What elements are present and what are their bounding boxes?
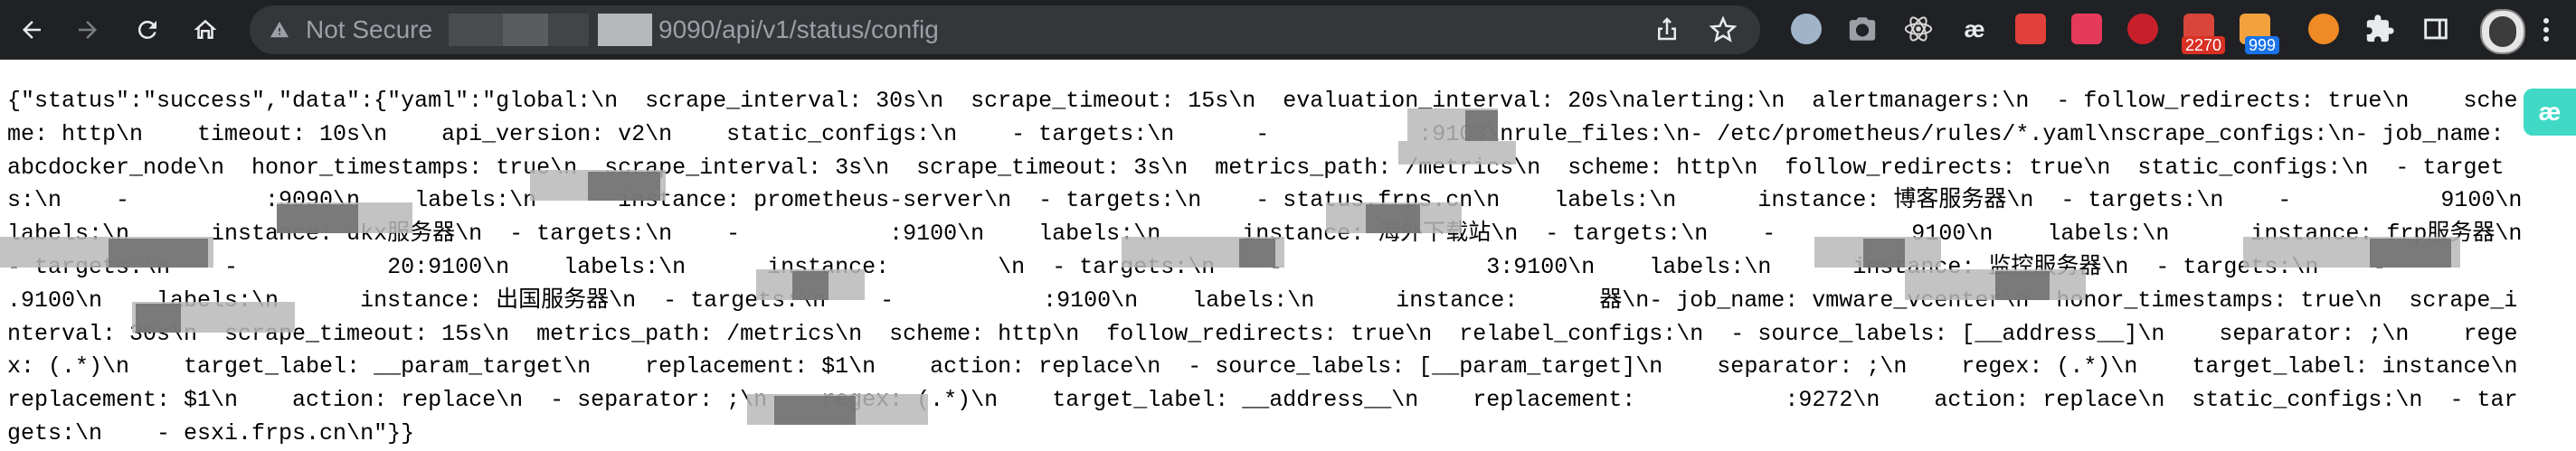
- forward-icon: [79, 21, 97, 39]
- url-text: 9090/api/v1/status/config: [658, 15, 939, 43]
- url-redaction: [449, 14, 503, 46]
- home-button[interactable]: [188, 13, 223, 47]
- redaction-blur: [1366, 204, 1420, 233]
- redaction-blur: [1863, 239, 1905, 268]
- todoist-extension-icon[interactable]: [2015, 14, 2046, 44]
- raw-json-response: {"status":"success","data":{"yaml":"glob…: [7, 88, 2523, 446]
- avatar-face: [2489, 16, 2516, 47]
- redaction-blur: [277, 204, 358, 233]
- redaction-blur: [1995, 271, 2050, 300]
- sidebar-icon: [2424, 18, 2448, 40]
- redaction-blur: [109, 239, 208, 268]
- redaction-blur: [1239, 239, 1275, 268]
- security-label[interactable]: Not Secure: [306, 16, 432, 43]
- browser-toolbar: Not Secure 9090/api/v1/status/config æ 2…: [0, 0, 2576, 60]
- redaction-blur: [1398, 141, 1516, 164]
- ae-extension-icon[interactable]: æ: [1959, 14, 1990, 44]
- redaction-blur: [2370, 239, 2451, 268]
- address-bar[interactable]: Not Secure 9090/api/v1/status/config: [250, 5, 1760, 54]
- forward-button[interactable]: [71, 13, 105, 47]
- redaction-blur: [588, 172, 660, 201]
- menu-icon[interactable]: [2542, 16, 2551, 43]
- react-extension-icon[interactable]: [1903, 14, 1934, 44]
- side-panel-button[interactable]: [2420, 14, 2451, 44]
- url-redaction: [548, 14, 589, 46]
- home-icon: [194, 19, 217, 39]
- extensions-button[interactable]: [2364, 14, 2395, 44]
- url-redaction: [503, 14, 548, 46]
- orange-extension-icon[interactable]: [2308, 14, 2339, 44]
- redaction-blur: [792, 271, 829, 300]
- share-icon[interactable]: [1653, 16, 1681, 43]
- ae-sidebar-tab[interactable]: æ: [2524, 89, 2576, 136]
- puzzle-icon: [2366, 14, 2394, 42]
- pink-extension-icon[interactable]: [2071, 14, 2102, 44]
- rss-count-badge: 999: [2245, 36, 2280, 54]
- back-button[interactable]: [14, 13, 49, 47]
- redaction-blur: [774, 396, 856, 425]
- back-icon: [23, 21, 41, 39]
- mail-count-badge: 2270: [2182, 36, 2226, 54]
- redaction-blur: [1465, 110, 1498, 141]
- red-round-extension-icon[interactable]: [2127, 14, 2158, 44]
- reload-button[interactable]: [130, 13, 165, 47]
- profile-avatar[interactable]: [2480, 9, 2525, 54]
- extension-circle-icon[interactable]: [1791, 14, 1822, 44]
- warning-icon: [270, 21, 289, 38]
- redaction-blur: [136, 304, 181, 333]
- url-redaction: [598, 14, 652, 46]
- star-icon[interactable]: [1709, 16, 1737, 43]
- reload-icon: [137, 20, 156, 39]
- camera-extension-icon[interactable]: [1847, 14, 1878, 44]
